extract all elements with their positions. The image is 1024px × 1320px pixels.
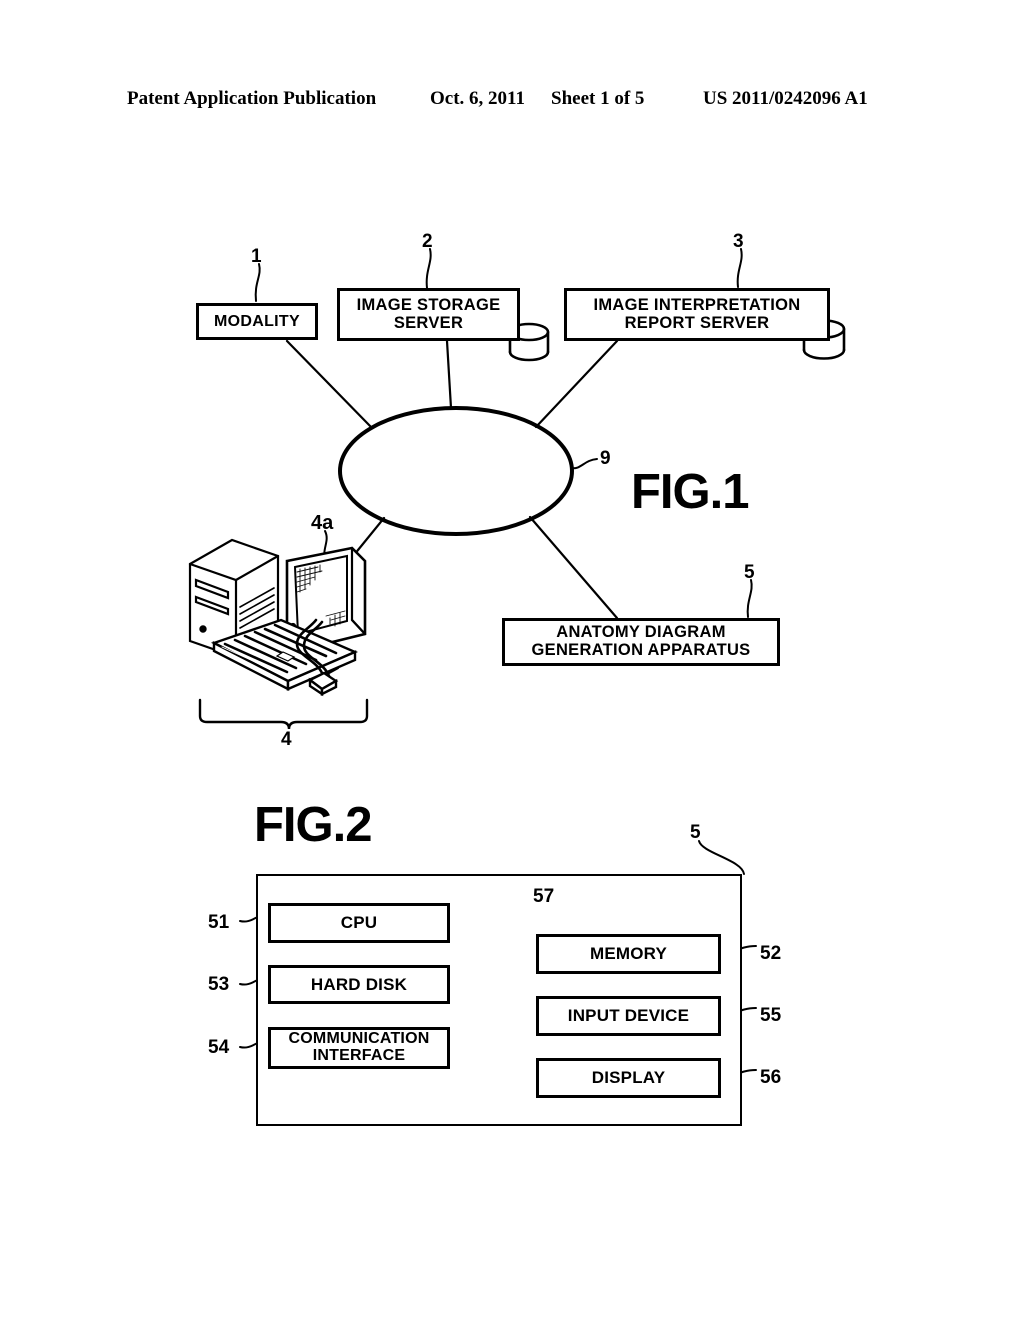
ref-numeral-memory: 52 (760, 943, 782, 964)
box-report-server-line2: REPORT SERVER (624, 313, 770, 332)
box-hard-disk: HARD DISK (268, 965, 450, 1004)
ref-numeral-comm-if: 54 (208, 1037, 230, 1058)
ref-numeral-anatomy: 5 (744, 562, 755, 583)
box-communication-interface: COMMUNICATION INTERFACE (268, 1027, 450, 1069)
ref-numeral-storage-server: 2 (422, 231, 433, 252)
ref-numeral-workstation: 4 (281, 729, 292, 750)
mouse-icon (307, 671, 339, 697)
box-input-device: INPUT DEVICE (536, 996, 721, 1036)
link-network-workstation (343, 516, 386, 568)
publication-label: Patent Application Publication (127, 88, 377, 109)
ref-numeral-report-server: 3 (733, 231, 744, 252)
box-cpu: CPU (268, 903, 450, 943)
ref-numeral-apparatus: 5 (690, 822, 701, 843)
box-image-storage-server-line2: SERVER (393, 313, 464, 332)
box-report-server-label: IMAGE INTERPRETATION REPORT SERVER (593, 295, 801, 333)
box-report-server-line1: IMAGE INTERPRETATION (593, 295, 801, 314)
figure-1-title: FIG.1 (631, 465, 750, 519)
link-storage-network (445, 339, 453, 410)
box-memory: MEMORY (536, 934, 721, 974)
keyboard-icon (210, 618, 359, 691)
box-image-interpretation-report-server: IMAGE INTERPRETATION REPORT SERVER (564, 288, 830, 341)
box-input-device-label: INPUT DEVICE (567, 1006, 690, 1026)
ref-numeral-display: 56 (760, 1067, 782, 1088)
ref-numeral-network: 9 (600, 448, 611, 469)
box-comm-if-line2: INTERFACE (312, 1047, 406, 1064)
box-comm-if-line1: COMMUNICATION (288, 1030, 430, 1048)
ref-numeral-cpu: 51 (208, 912, 230, 933)
workstation-brace (198, 698, 369, 730)
box-hard-disk-label: HARD DISK (310, 974, 408, 994)
box-cpu-label: CPU (340, 913, 378, 933)
leader-1 (254, 263, 261, 302)
tower-icon (188, 538, 280, 659)
box-image-storage-server: IMAGE STORAGE SERVER (337, 288, 520, 341)
patent-number: US 2011/0242096 A1 (703, 88, 868, 109)
ref-numeral-input-device: 55 (760, 1005, 782, 1026)
leader-9 (570, 458, 598, 470)
monitor-icon (285, 546, 367, 681)
network-cloud-ellipse (338, 406, 574, 536)
leader-5-fig1 (746, 579, 753, 618)
figure-2-title: FIG.2 (254, 798, 373, 852)
box-display: DISPLAY (536, 1058, 721, 1098)
leader-4a (323, 530, 328, 561)
mouse-cable (295, 618, 331, 678)
publication-date: Oct. 6, 2011 (430, 88, 525, 109)
link-modality-network (285, 339, 374, 430)
box-modality-label: MODALITY (214, 312, 300, 330)
leader-2 (425, 248, 432, 289)
ref-numeral-monitor: 4a (311, 512, 334, 534)
link-report-network (534, 339, 619, 429)
box-comm-if-label: COMMUNICATION INTERFACE (288, 1030, 430, 1065)
box-anatomy-label: ANATOMY DIAGRAM GENERATION APPARATUS (531, 623, 751, 660)
ref-numeral-modality: 1 (251, 246, 262, 267)
page-header: Patent Application Publication Oct. 6, 2… (0, 88, 1024, 118)
box-image-storage-server-label: IMAGE STORAGE SERVER (356, 295, 501, 333)
link-network-anatomy (528, 515, 619, 620)
box-display-label: DISPLAY (591, 1068, 666, 1088)
leader-5-fig2 (698, 840, 745, 875)
ref-numeral-hard-disk: 53 (208, 974, 230, 995)
box-image-storage-server-line1: IMAGE STORAGE (356, 295, 501, 314)
ref-numeral-bus: 57 (533, 886, 555, 907)
box-memory-label: MEMORY (589, 944, 668, 964)
leader-3 (736, 248, 743, 288)
box-modality: MODALITY (196, 303, 318, 340)
box-anatomy-line1: ANATOMY DIAGRAM (556, 623, 726, 642)
sheet-number: Sheet 1 of 5 (551, 88, 645, 109)
box-anatomy-diagram-generation-apparatus: ANATOMY DIAGRAM GENERATION APPARATUS (502, 618, 780, 666)
box-anatomy-line2: GENERATION APPARATUS (531, 641, 751, 659)
